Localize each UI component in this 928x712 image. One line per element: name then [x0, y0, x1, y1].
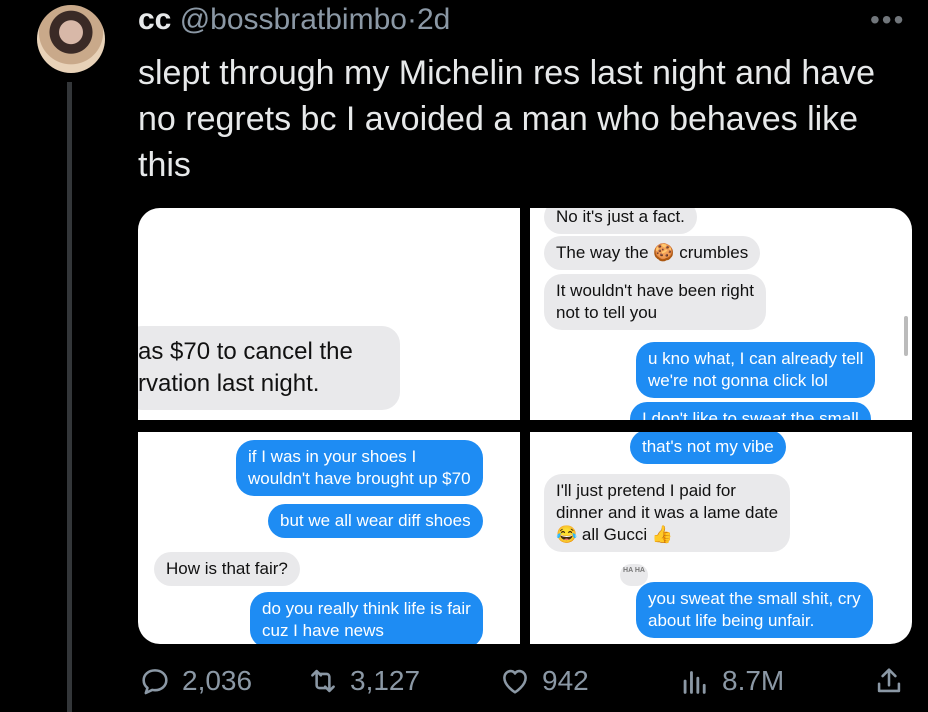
scrollbar[interactable]	[904, 316, 908, 356]
message-text: wouldn't have brought up $70	[248, 469, 471, 488]
message-text: I don't like to sweat the small	[642, 409, 859, 420]
message-bubble: I'll just pretend I paid for dinner and …	[544, 474, 791, 552]
screenshot-panel-1[interactable]: as $70 to cancel the rvation last night.	[138, 208, 520, 420]
message-bubble: that's not my vibe	[630, 432, 786, 464]
laugh-emoji: 😂	[556, 525, 578, 544]
message-text: I'll just pretend I paid for	[556, 481, 736, 500]
thread-line	[67, 82, 72, 712]
message-text: It wouldn't have been right	[556, 281, 754, 300]
like-count: 942	[542, 665, 589, 696]
message-text: cuz I have news	[262, 621, 384, 640]
more-icon[interactable]: •••	[870, 4, 905, 36]
message-bubble: but we all wear diff shoes	[268, 504, 483, 538]
share-icon	[877, 668, 901, 693]
avatar[interactable]	[37, 5, 105, 73]
message-text: not to tell you	[556, 303, 658, 322]
message-text: u kno what, I can already tell	[648, 349, 864, 368]
message-bubble: No it's just a fact.	[544, 208, 697, 234]
share-button[interactable]	[872, 664, 916, 698]
tweet-text: slept through my Michelin res last night…	[138, 54, 876, 184]
message-text: about life being unfair.	[648, 611, 815, 630]
separator: ·	[406, 3, 417, 36]
reply-count: 2,036	[182, 665, 253, 696]
screenshot-panel-2[interactable]: No it's just a fact. The way the 🍪 crumb…	[530, 208, 912, 420]
message-text: do you really think life is fair	[262, 599, 471, 618]
tweet-media[interactable]: as $70 to cancel the rvation last night.…	[138, 208, 912, 644]
like-icon	[503, 669, 527, 694]
message-text: if I was in your shoes I	[248, 447, 417, 466]
message-text: dinner and it was a lame date	[556, 503, 779, 522]
haha-reaction: HA HA	[620, 564, 648, 586]
message-text: How is that fair?	[166, 559, 288, 578]
reply-icon	[142, 669, 168, 695]
message-bubble: as $70 to cancel the rvation last night.	[138, 326, 400, 410]
like-button[interactable]: 942	[498, 664, 589, 698]
tweet-header: cc @bossbratbimbo·2d	[138, 2, 450, 38]
retweet-icon	[311, 669, 335, 693]
message-bubble: The way the 🍪 crumbles	[544, 236, 761, 270]
message-text: but we all wear diff shoes	[280, 511, 471, 530]
message-text: The way the	[556, 243, 649, 262]
timestamp[interactable]: 2d	[417, 3, 450, 36]
message-text: No it's just a fact.	[556, 208, 685, 226]
cookie-emoji: 🍪	[653, 243, 675, 262]
message-bubble: u kno what, I can already tell we're not…	[636, 342, 876, 398]
message-text: you sweat the small shit, cry	[648, 589, 861, 608]
action-bar: 2,036 3,127 942 8.7M	[138, 664, 918, 708]
message-bubble: I don't like to sweat the small	[630, 402, 871, 420]
message-bubble: you sweat the small shit, cry about life…	[636, 582, 873, 638]
message-bubble: It wouldn't have been right not to tell …	[544, 274, 766, 330]
message-text: we're not gonna click lol	[648, 371, 828, 390]
reply-button[interactable]: 2,036	[138, 664, 252, 698]
message-text: that's not my vibe	[642, 437, 774, 456]
message-bubble: do you really think life is fair cuz I h…	[250, 592, 483, 644]
message-bubble: if I was in your shoes I wouldn't have b…	[236, 440, 483, 496]
screenshot-panel-3[interactable]: if I was in your shoes I wouldn't have b…	[138, 432, 520, 644]
retweet-count: 3,127	[350, 665, 421, 696]
message-bubble: How is that fair?	[154, 552, 300, 586]
display-name[interactable]: cc	[138, 3, 171, 36]
message-text: as $70 to cancel the	[138, 338, 353, 365]
screenshot-panel-4[interactable]: that's not my vibe I'll just pretend I p…	[530, 432, 912, 644]
views-icon	[683, 671, 706, 694]
message-text: crumbles	[679, 243, 749, 262]
message-text: all Gucci	[581, 525, 648, 544]
message-text: rvation last night.	[138, 370, 320, 397]
views-count: 8.7M	[722, 665, 785, 696]
retweet-button[interactable]: 3,127	[306, 664, 420, 698]
handle[interactable]: @bossbratbimbo	[180, 3, 407, 36]
thumbs-up-emoji: 👍	[651, 525, 673, 544]
views-button[interactable]: 8.7M	[678, 664, 784, 698]
